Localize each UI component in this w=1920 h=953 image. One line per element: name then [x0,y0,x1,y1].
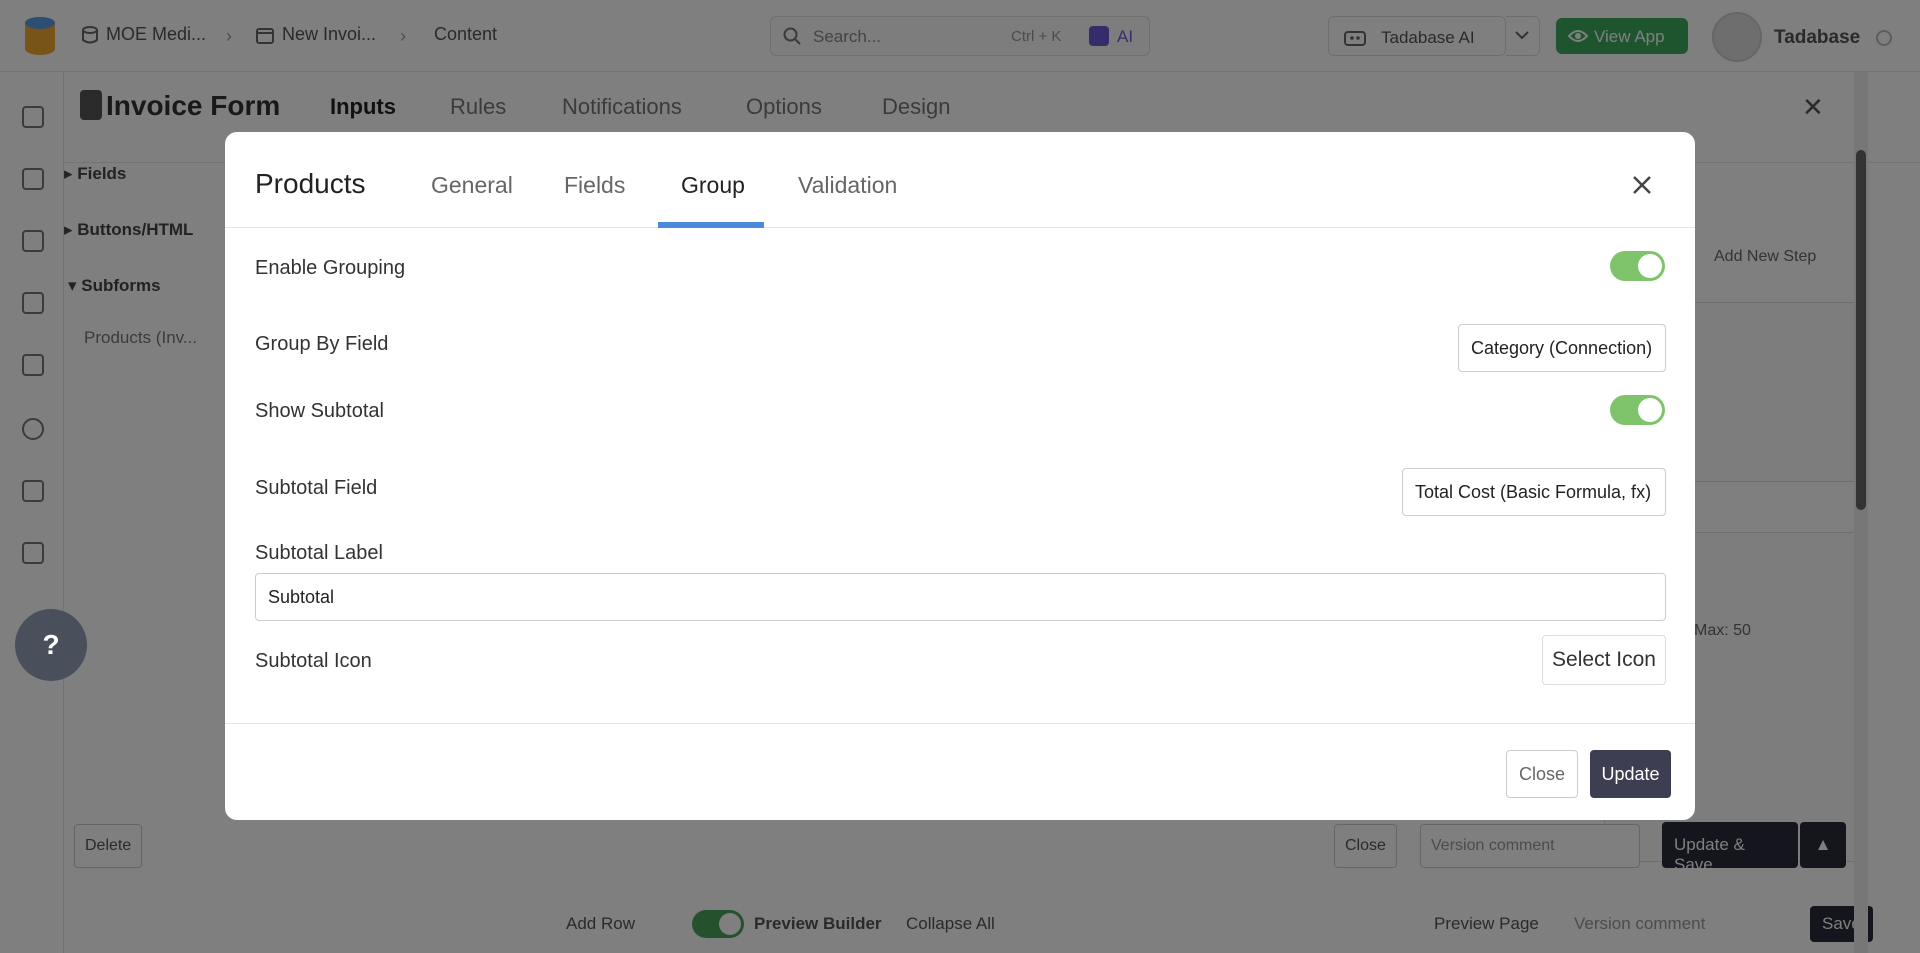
show-subtotal-toggle[interactable] [1610,395,1665,425]
tab-validation[interactable]: Validation [798,172,897,199]
help-icon: ? [42,629,60,660]
show-subtotal-label: Show Subtotal [255,400,384,422]
modal-header: Products General Fields Group Validation [225,132,1695,228]
subtotal-field-label: Subtotal Field [255,477,378,499]
enable-grouping-label: Enable Grouping [255,257,406,279]
modal-title: Products [255,168,366,199]
close-icon[interactable] [1627,170,1657,200]
toggle-knob [1638,254,1662,278]
enable-grouping-toggle[interactable] [1610,251,1665,281]
close-button[interactable]: Close [1506,750,1578,798]
toggle-knob [1638,398,1662,422]
group-by-field-label: Group By Field [255,333,389,355]
tab-general[interactable]: General [431,172,513,199]
products-modal: Products General Fields Group Validation… [225,132,1695,820]
subtotal-icon-label: Subtotal Icon [255,650,372,672]
update-button[interactable]: Update [1590,750,1671,798]
tab-fields[interactable]: Fields [564,172,625,199]
help-button[interactable]: ? [15,609,87,681]
subtotal-label-label: Subtotal Label [255,542,383,564]
active-tab-indicator [658,222,764,228]
tab-group[interactable]: Group [681,172,745,199]
subtotal-field-select[interactable]: Total Cost (Basic Formula, fx) [1402,468,1666,516]
modal-footer: Close Update [225,723,1695,820]
subtotal-label-input[interactable] [255,573,1666,621]
select-icon-button[interactable]: Select Icon [1542,635,1666,685]
group-by-field-select[interactable]: Category (Connection) [1458,324,1666,372]
